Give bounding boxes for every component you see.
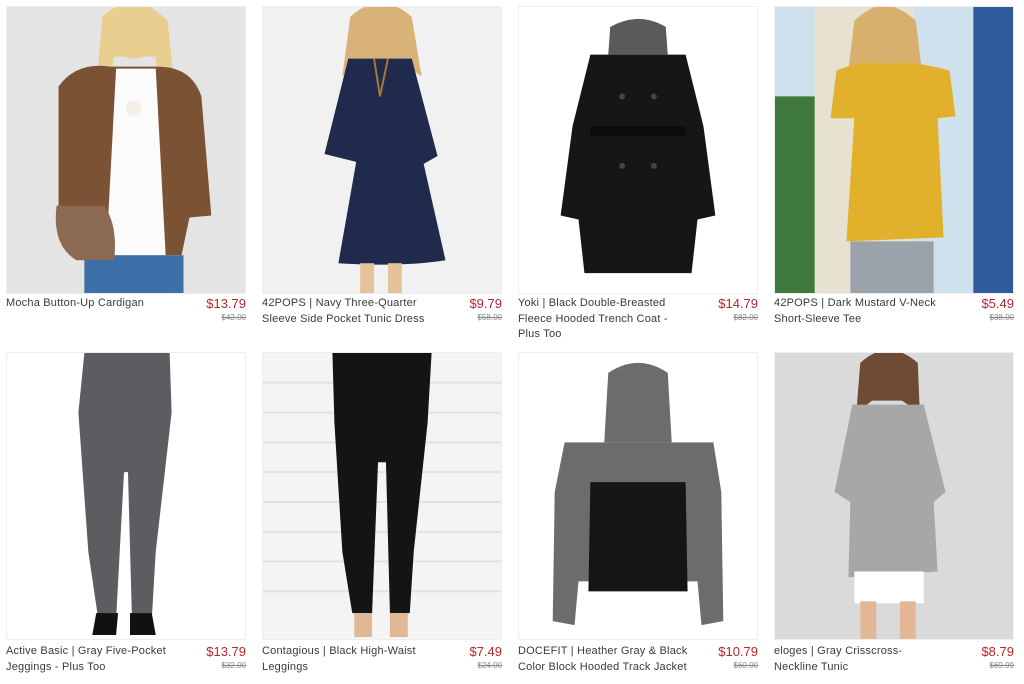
product-title[interactable]: 42POPS | Navy Three-Quarter Sleeve Side …: [262, 296, 432, 327]
sale-price: $10.79: [718, 644, 758, 659]
product-title[interactable]: Mocha Button-Up Cardigan: [6, 296, 176, 312]
original-price: $58.00: [477, 313, 502, 322]
product-title[interactable]: Yoki | Black Double-Breasted Fleece Hood…: [518, 296, 688, 343]
original-price: $60.00: [733, 661, 758, 670]
original-price: $24.00: [477, 661, 502, 670]
original-price: $38.00: [989, 313, 1014, 322]
original-price: $42.00: [221, 313, 246, 322]
sale-price: $13.79: [206, 296, 246, 311]
product-title[interactable]: eloges | Gray Crisscross-Neckline Tunic: [774, 644, 944, 675]
product-image[interactable]: [262, 6, 502, 294]
sale-price: $5.49: [981, 296, 1014, 311]
product-title[interactable]: Active Basic | Gray Five-Pocket Jeggings…: [6, 644, 176, 675]
original-price: $32.00: [221, 661, 246, 670]
sale-price: $8.79: [981, 644, 1014, 659]
product-title[interactable]: 42POPS | Dark Mustard V-Neck Short-Sleev…: [774, 296, 944, 327]
product-image[interactable]: [6, 6, 246, 294]
product-title[interactable]: DOCEFIT | Heather Gray & Black Color Blo…: [518, 644, 688, 675]
product-image[interactable]: [518, 352, 758, 640]
product-title[interactable]: Contagious | Black High-Waist Leggings: [262, 644, 432, 675]
original-price: $82.00: [733, 313, 758, 322]
product-image[interactable]: [262, 352, 502, 640]
product-image[interactable]: [518, 6, 758, 294]
original-price: $69.99: [989, 661, 1014, 670]
product-image[interactable]: [774, 352, 1014, 640]
sale-price: $14.79: [718, 296, 758, 311]
product-image[interactable]: [774, 6, 1014, 294]
sale-price: $7.49: [469, 644, 502, 659]
sale-price: $13.79: [206, 644, 246, 659]
product-image[interactable]: [6, 352, 246, 640]
sale-price: $9.79: [469, 296, 502, 311]
